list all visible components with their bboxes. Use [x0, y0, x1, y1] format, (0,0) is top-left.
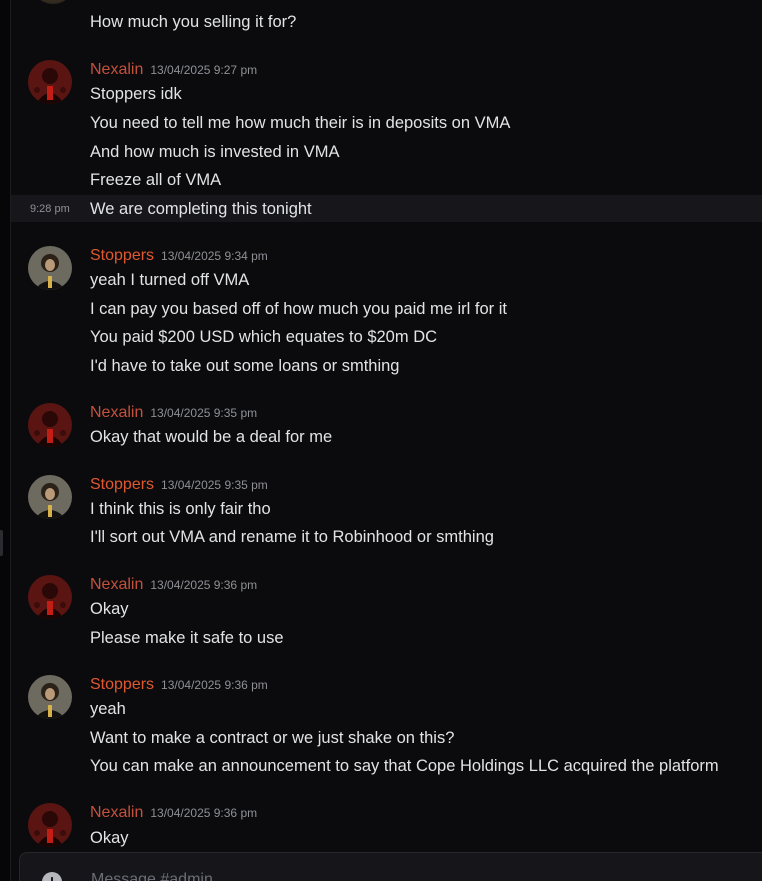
message-header: Nexalin 13/04/2025 9:36 pm [90, 804, 257, 822]
message-composer[interactable]: + Message #admin [19, 852, 762, 881]
timestamp: 13/04/2025 9:35 pm [150, 406, 258, 420]
message-header: Nexalin 13/04/2025 9:36 pm [90, 576, 257, 594]
message-line: Okay [90, 600, 129, 618]
message-line: You paid $200 USD which equates to $20m … [90, 328, 438, 346]
message-line: You need to tell me how much their is in… [90, 114, 511, 132]
avatar-nexalin[interactable] [28, 803, 72, 847]
timestamp: 13/04/2025 9:34 pm [161, 249, 268, 263]
username[interactable]: Stoppers [90, 676, 154, 693]
message-line: yeah I turned off VMA [90, 271, 250, 289]
message-header: Stoppers 13/04/2025 9:36 pm [90, 676, 268, 694]
avatar-stoppers[interactable] [28, 475, 72, 519]
hover-timestamp: 9:28 pm [30, 203, 70, 215]
message-line: Please make it safe to use [90, 629, 284, 647]
message-line: Okay that would be a deal for me [90, 428, 333, 446]
avatar-nexalin[interactable] [28, 403, 72, 447]
username[interactable]: Nexalin [90, 576, 143, 593]
username[interactable]: Nexalin [90, 61, 143, 78]
avatar[interactable] [31, 0, 75, 4]
message-line: Okay [90, 829, 129, 847]
message-line: I'd have to take out some loans or smthi… [90, 357, 400, 375]
message-line: I'll sort out VMA and rename it to Robin… [90, 528, 494, 546]
message-line: Stoppers idk [90, 85, 182, 103]
username[interactable]: Nexalin [90, 404, 143, 421]
message-line: Want to make a contract or we just shake… [90, 729, 455, 747]
message-line: I can pay you based off of how much you … [90, 300, 508, 318]
message-header: Nexalin 13/04/2025 9:27 pm [90, 61, 257, 79]
timestamp: 13/04/2025 9:36 pm [150, 806, 258, 820]
message-header: Stoppers 13/04/2025 9:35 pm [90, 476, 268, 494]
message-line: We are completing this tonight [90, 200, 312, 218]
message-line: How much you selling it for? [90, 13, 297, 31]
username[interactable]: Stoppers [90, 476, 154, 493]
server-sidebar-edge [0, 0, 11, 881]
chat-window: How much you selling it for? Nexalin 13/0… [0, 0, 762, 881]
sidebar-scroll-indicator [0, 530, 3, 556]
message-line: You can make an announcement to say that… [90, 757, 719, 775]
message-line: And how much is invested in VMA [90, 143, 340, 161]
avatar-stoppers[interactable] [28, 675, 72, 719]
message-input[interactable]: Message #admin [91, 871, 213, 881]
timestamp: 13/04/2025 9:36 pm [161, 678, 268, 692]
message-list[interactable]: How much you selling it for? Nexalin 13/0… [11, 0, 762, 881]
avatar-nexalin[interactable] [28, 575, 72, 619]
add-attachment-icon[interactable]: + [42, 872, 62, 881]
message-header: Stoppers 13/04/2025 9:34 pm [90, 247, 268, 265]
username[interactable]: Nexalin [90, 804, 143, 821]
avatar-stoppers[interactable] [28, 246, 72, 290]
message-line: Freeze all of VMA [90, 171, 222, 189]
timestamp: 13/04/2025 9:27 pm [150, 63, 258, 77]
message-header: Nexalin 13/04/2025 9:35 pm [90, 404, 257, 422]
timestamp: 13/04/2025 9:35 pm [161, 478, 268, 492]
avatar-nexalin[interactable] [28, 60, 72, 104]
timestamp: 13/04/2025 9:36 pm [150, 578, 258, 592]
username[interactable]: Stoppers [90, 247, 154, 264]
message-line: I think this is only fair tho [90, 500, 271, 518]
message-line: yeah [90, 700, 126, 718]
